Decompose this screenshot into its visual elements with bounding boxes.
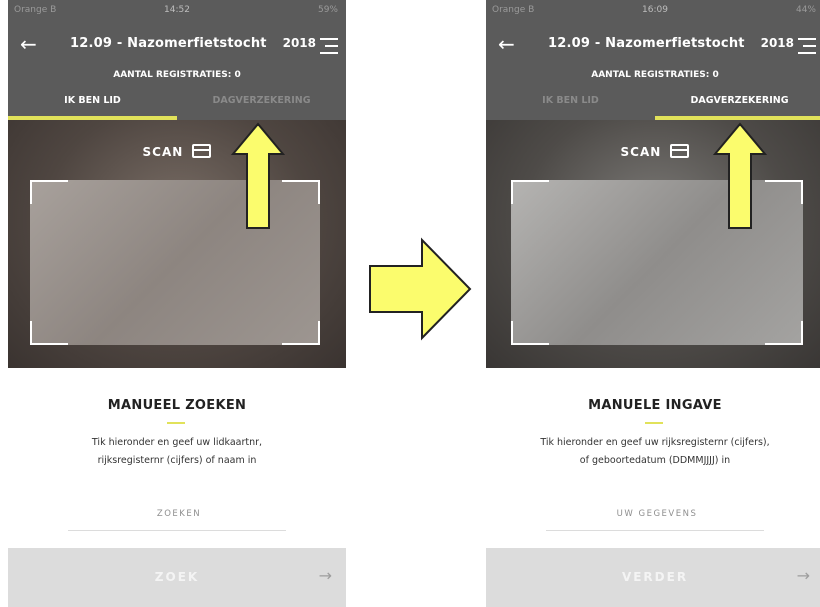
- status-time: 16:09: [642, 5, 668, 15]
- camera-view: SCAN: [486, 120, 820, 368]
- search-field: [68, 498, 290, 531]
- card-icon: [670, 144, 690, 158]
- tab-bar: IK BEN LID DAGVERZEKERING: [8, 92, 346, 120]
- continue-button[interactable]: VERDER →: [486, 548, 820, 607]
- arrow-right-icon: →: [796, 566, 810, 585]
- right-arrow-annotation: [369, 237, 472, 341]
- card-icon: [192, 144, 212, 158]
- event-title: 12.09 - Nazomerfietstocht: [70, 36, 267, 51]
- frame-corner: [765, 180, 803, 204]
- details-input[interactable]: [546, 498, 768, 530]
- manual-description: Tik hieronder en geef uw rijksregisternr…: [500, 434, 810, 470]
- tab-ik-ben-lid[interactable]: IK BEN LID: [8, 92, 177, 116]
- search-button-label: ZOEK: [154, 570, 200, 584]
- scan-label: SCAN: [620, 145, 662, 159]
- year-label[interactable]: 2018: [761, 36, 794, 50]
- search-input[interactable]: [68, 498, 290, 530]
- continue-button-label: VERDER: [621, 570, 689, 584]
- accent-divider: [645, 422, 663, 424]
- status-time: 14:52: [164, 5, 190, 15]
- arrow-right-icon: →: [318, 566, 332, 585]
- app-header: ← 12.09 - Nazomerfietstocht 2018 AANTAL …: [8, 22, 346, 120]
- details-field: [546, 498, 768, 531]
- battery-label: 44%: [795, 5, 816, 15]
- menu-icon[interactable]: [320, 38, 338, 54]
- frame-corner: [30, 321, 68, 345]
- back-arrow-icon[interactable]: ←: [20, 34, 37, 54]
- manual-title: MANUEEL ZOEKEN: [107, 398, 247, 413]
- scan-button[interactable]: SCAN: [8, 144, 346, 159]
- scan-button[interactable]: SCAN: [486, 144, 820, 159]
- tab-ik-ben-lid[interactable]: IK BEN LID: [486, 92, 655, 116]
- description-line: of geboortedatum (DDMMJJJJ) in: [579, 455, 731, 466]
- description-line: Tik hieronder en geef uw lidkaartnr,: [91, 437, 263, 448]
- camera-view: SCAN: [8, 120, 346, 368]
- menu-icon[interactable]: [798, 38, 816, 54]
- year-label[interactable]: 2018: [283, 36, 316, 50]
- tab-dagverzekering[interactable]: DAGVERZEKERING: [177, 92, 346, 116]
- screenshot-before: Orange B 14:52 59% ← 12.09 - Nazomerfiet…: [8, 0, 346, 607]
- scan-label: SCAN: [142, 145, 184, 159]
- back-arrow-icon[interactable]: ←: [498, 34, 515, 54]
- search-button[interactable]: ZOEK →: [8, 548, 346, 607]
- manual-description: Tik hieronder en geef uw lidkaartnr, rij…: [22, 434, 332, 470]
- tab-bar: IK BEN LID DAGVERZEKERING: [486, 92, 820, 120]
- description-line: Tik hieronder en geef uw rijksregisternr…: [540, 437, 770, 448]
- status-bar: Orange B 16:09 44%: [486, 0, 820, 22]
- up-arrow-annotation: [231, 122, 285, 229]
- frame-corner: [765, 321, 803, 345]
- tab-dagverzekering[interactable]: DAGVERZEKERING: [655, 92, 820, 116]
- manual-title: MANUELE INGAVE: [588, 398, 722, 413]
- registration-count: AANTAL REGISTRATIES: 0: [591, 70, 719, 80]
- frame-corner: [30, 180, 68, 204]
- accent-divider: [167, 422, 185, 424]
- registration-count: AANTAL REGISTRATIES: 0: [113, 70, 241, 80]
- screenshot-after: Orange B 16:09 44% ← 12.09 - Nazomerfiet…: [486, 0, 820, 607]
- up-arrow-annotation: [713, 122, 767, 229]
- app-header: ← 12.09 - Nazomerfietstocht 2018 AANTAL …: [486, 22, 820, 120]
- frame-corner: [511, 321, 549, 345]
- frame-corner: [511, 180, 549, 204]
- frame-corner: [282, 321, 320, 345]
- description-line: rijksregisternr (cijfers) of naam in: [97, 455, 257, 466]
- status-bar: Orange B 14:52 59%: [8, 0, 346, 22]
- battery-label: 59%: [317, 5, 338, 15]
- frame-corner: [282, 180, 320, 204]
- event-title: 12.09 - Nazomerfietstocht: [548, 36, 745, 51]
